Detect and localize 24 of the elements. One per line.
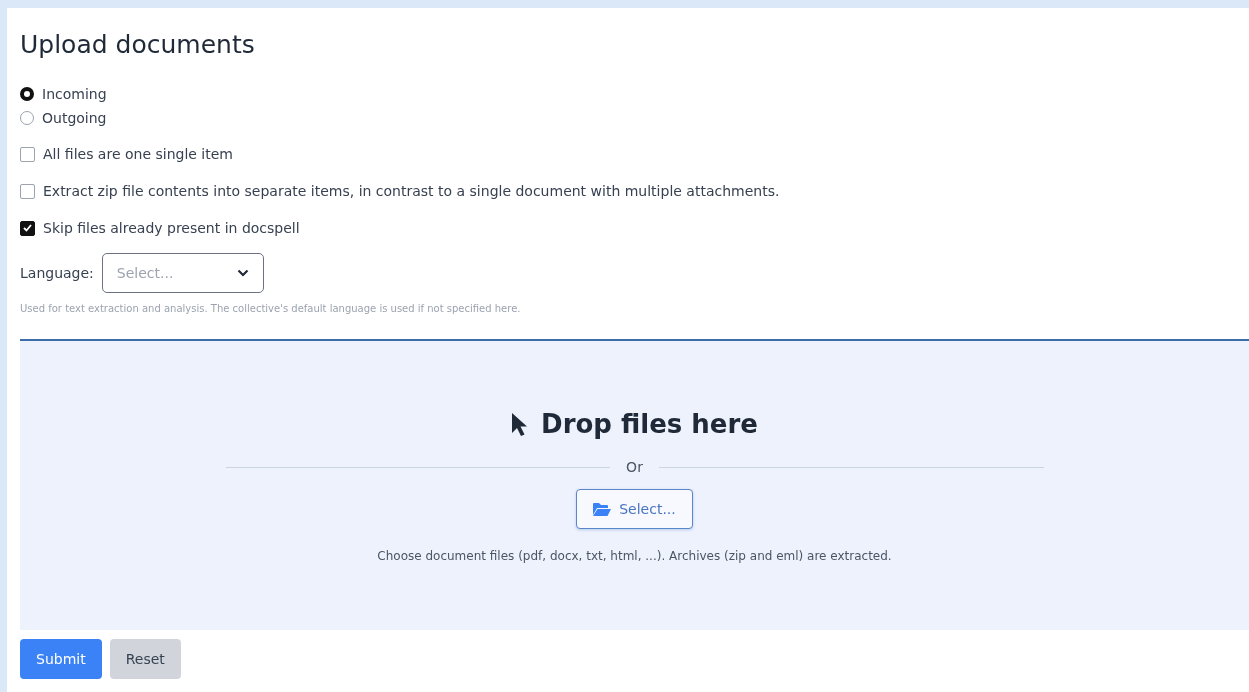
cursor-icon (511, 412, 530, 436)
chevron-down-icon (236, 269, 249, 277)
radio-label: Incoming (42, 86, 107, 102)
checkbox[interactable] (20, 146, 35, 162)
check-icon (23, 224, 32, 232)
language-select[interactable]: Select... (101, 253, 264, 293)
select-files-button[interactable]: Select... (576, 489, 693, 529)
folder-icon (593, 502, 612, 516)
checkbox[interactable] (20, 220, 35, 236)
submit-button[interactable]: Submit (20, 639, 102, 679)
drop-heading: Drop files here (541, 409, 758, 439)
help-text: Used for text extraction and analysis. The collective's default language is used if not specified here. (20, 303, 522, 314)
checkbox-label: Skip files already present in docspell (43, 220, 300, 236)
field-label: Language: (20, 265, 94, 281)
checkbox-label: Extract zip file contents into separate items, in contrast to a single document with multiple attachments. (43, 183, 780, 199)
drop-zone[interactable]: Drop files here Or Select... Choose document files (pdf, docx, txt, html, ...). Archives (zip and eml) are extracted. (20, 339, 1249, 630)
description-text: Choose document files (pdf, docx, txt, html, ...). Archives (zip and eml) are extracted. (377, 549, 892, 563)
radio-button[interactable] (20, 87, 34, 101)
checkbox-label: All files are one single item (43, 146, 233, 162)
reset-button[interactable]: Reset (109, 639, 181, 679)
separator-text: Or (626, 459, 643, 475)
page-title: Upload documents (20, 30, 256, 61)
checkbox[interactable] (20, 183, 35, 199)
radio-label: Outgoing (42, 110, 107, 126)
